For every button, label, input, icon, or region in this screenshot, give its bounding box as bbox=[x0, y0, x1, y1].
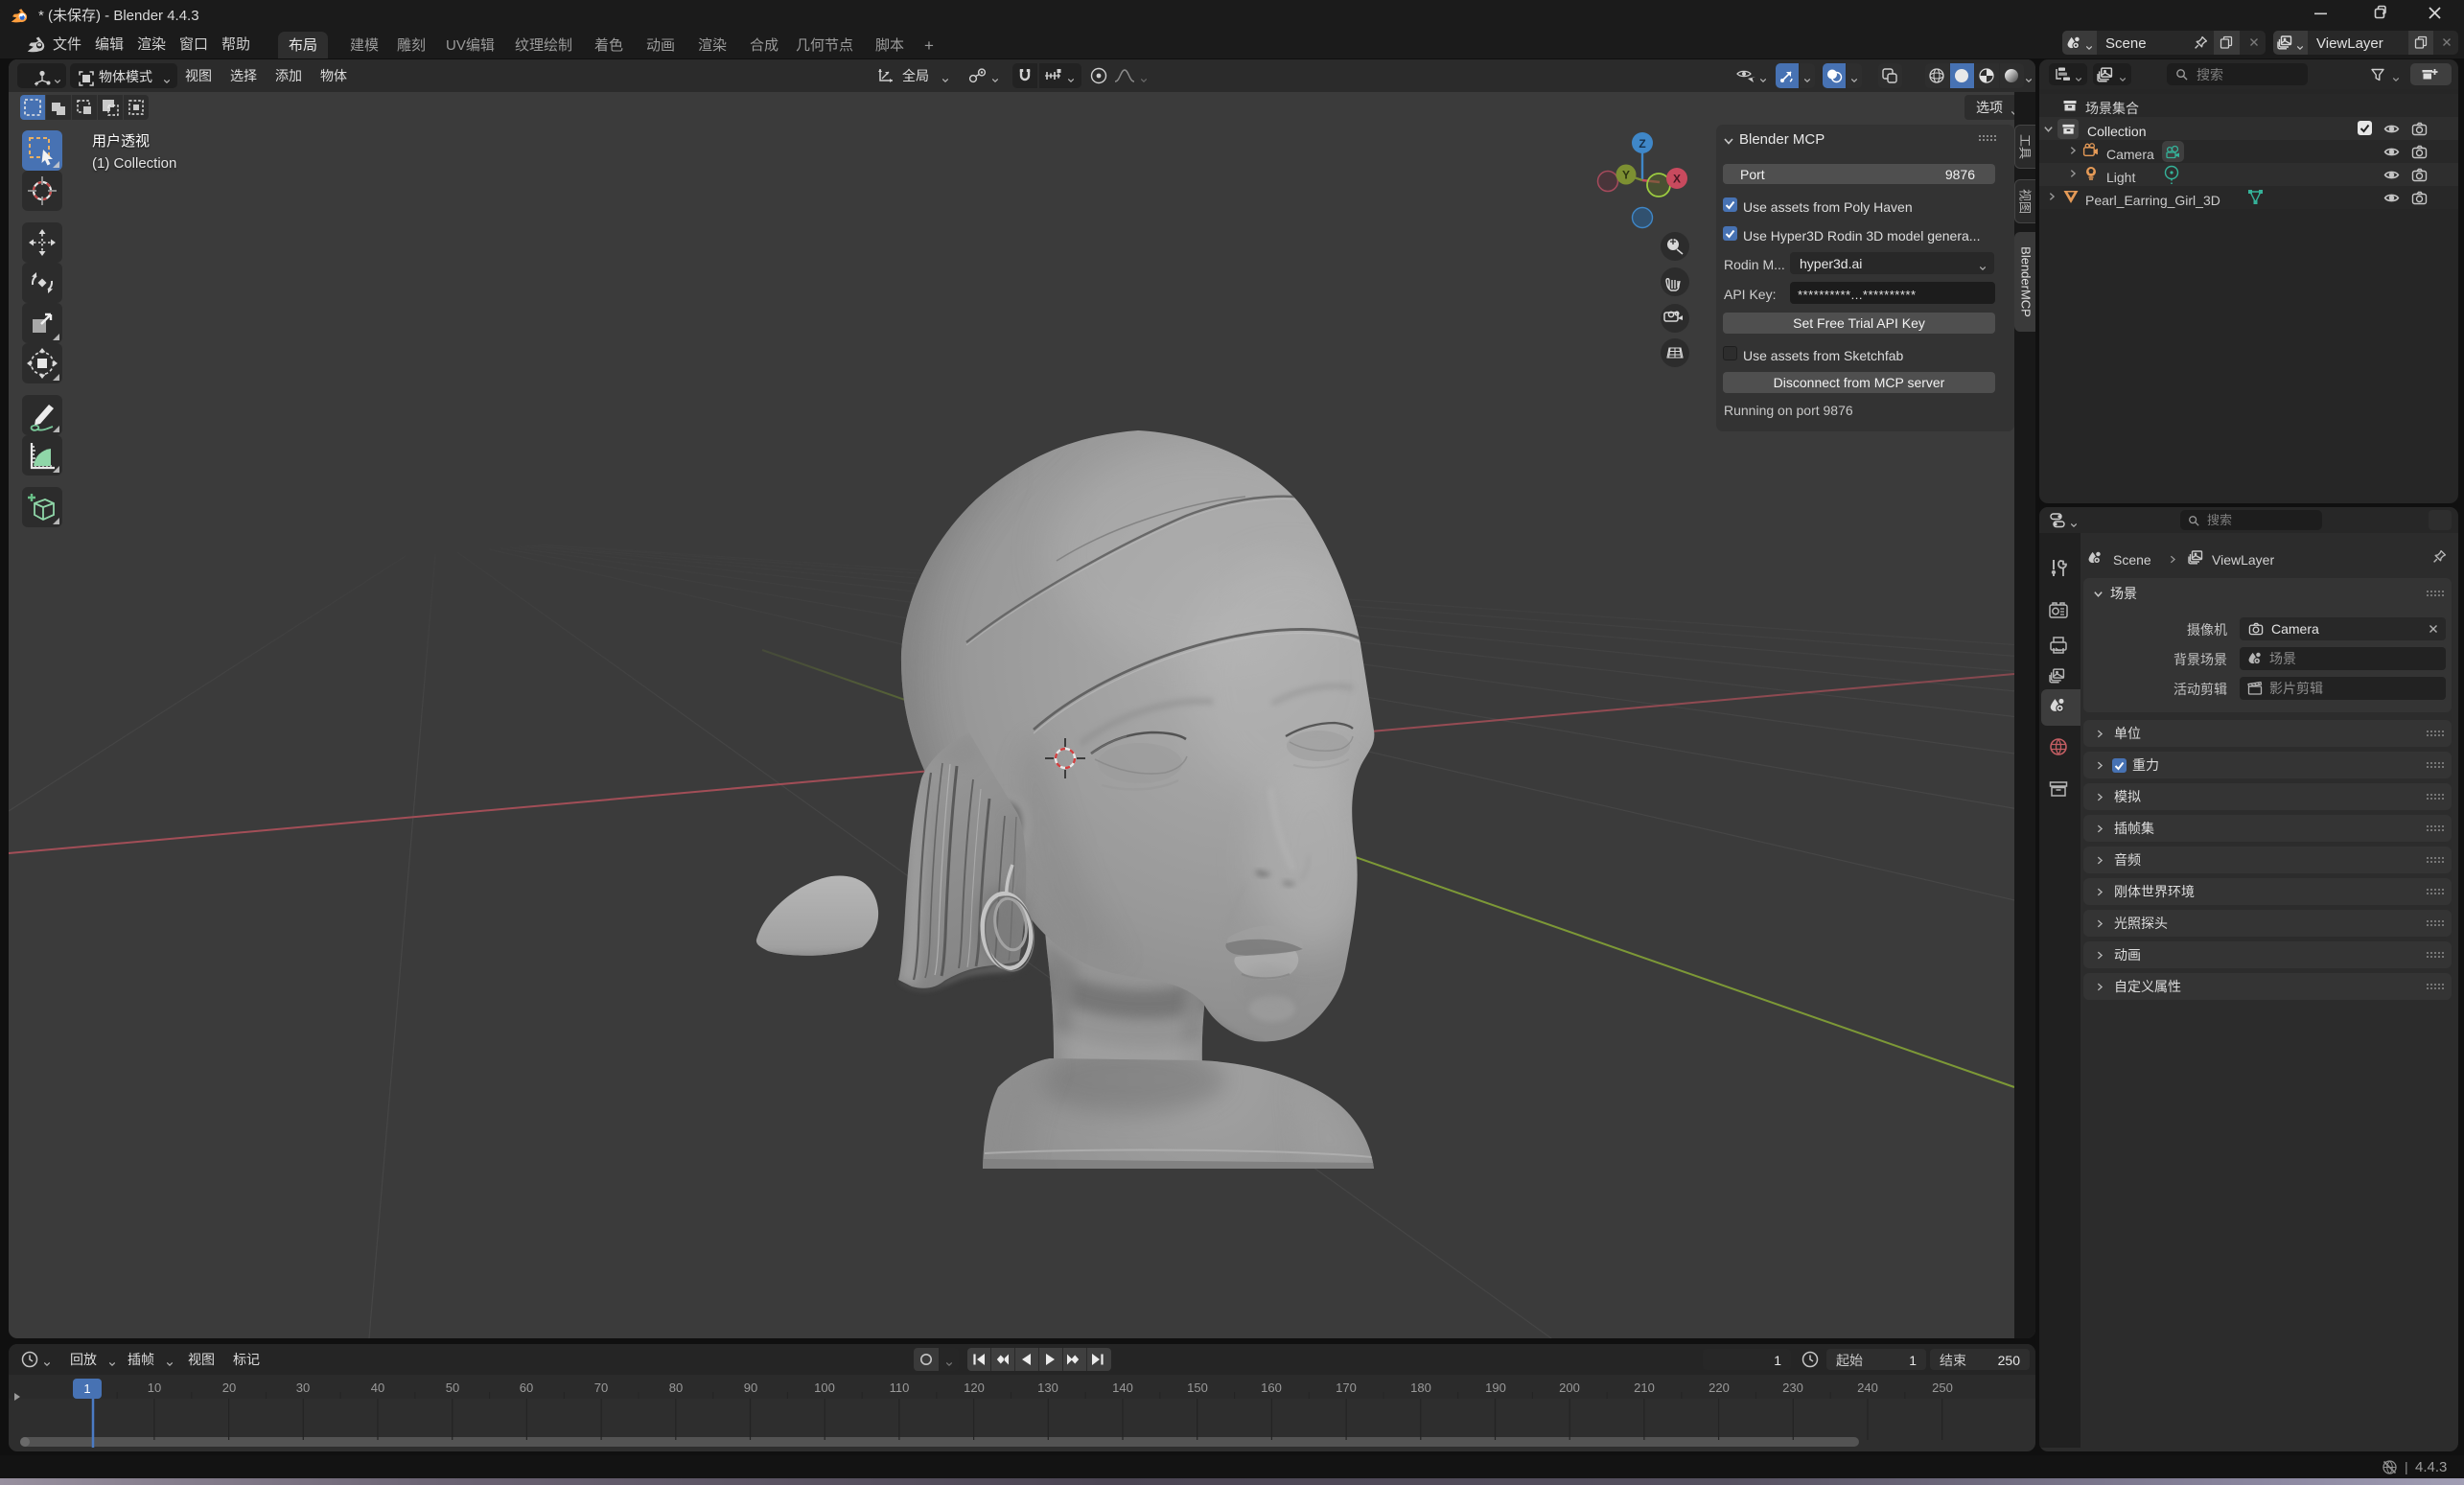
svg-text:Z: Z bbox=[1639, 137, 1645, 151]
svg-text:X: X bbox=[1673, 173, 1681, 186]
svg-text:Y: Y bbox=[1622, 169, 1630, 182]
